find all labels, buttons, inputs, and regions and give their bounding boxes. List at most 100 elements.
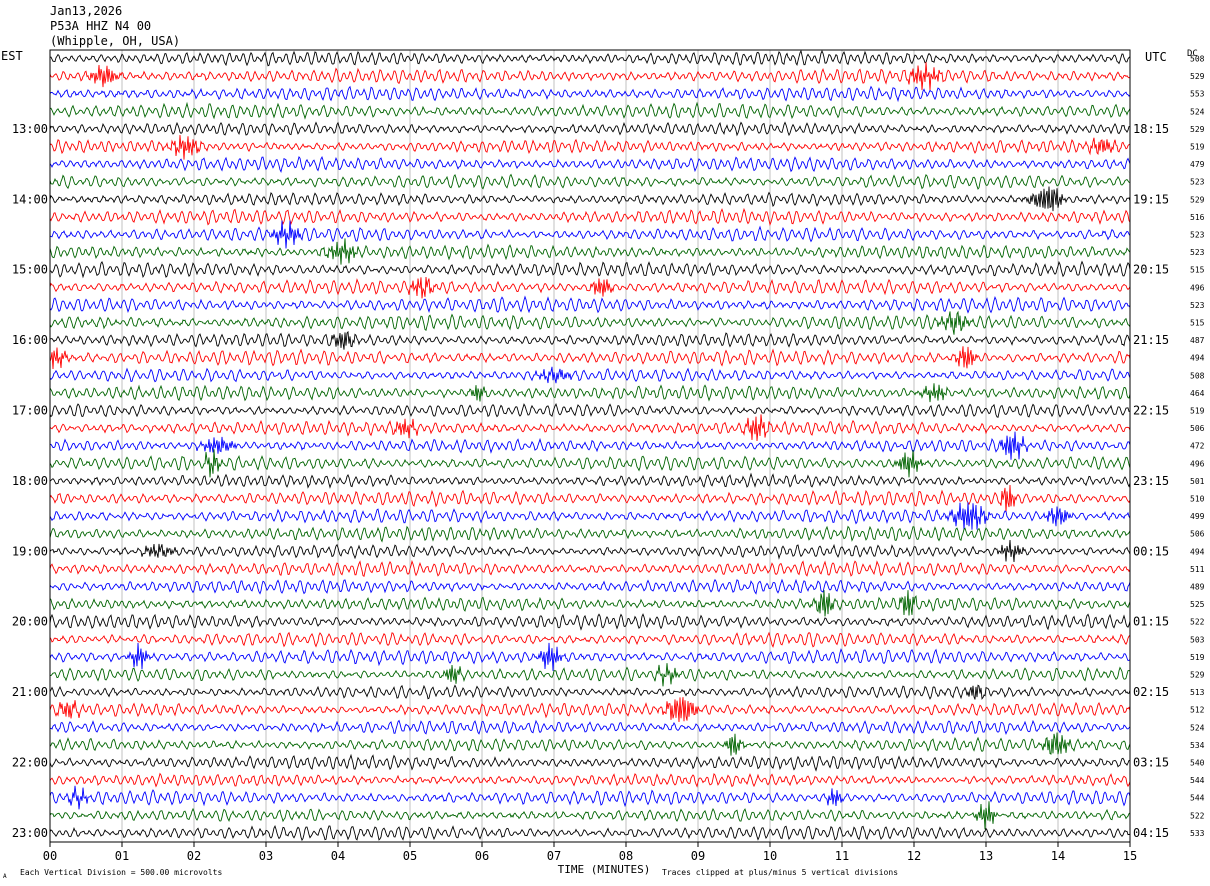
x-tick-label: 07 [547, 849, 561, 863]
trace-line-23 [49, 431, 1131, 460]
trace-line-3 [49, 85, 1131, 103]
left-hour-label: 17:00 [12, 404, 48, 418]
trace-line-36 [49, 663, 1131, 687]
trace-line-35 [49, 642, 1131, 671]
right-hour-labels: 18:15 19:15 20:15 21:15 22:15 23:15 00:15 01:15… [1133, 122, 1169, 840]
trace-line-21 [49, 402, 1131, 418]
clip-note: Traces clipped at plus/minus 5 vertical … [662, 868, 898, 877]
dc-offset-label: 522 [1190, 811, 1205, 820]
left-hour-label: 21:00 [12, 685, 48, 699]
dc-offset-label: 519 [1190, 653, 1205, 662]
trace-line-45 [49, 825, 1131, 842]
trace-line-5 [49, 121, 1131, 137]
trace-line-4 [49, 101, 1131, 120]
dc-offset-label: 534 [1190, 741, 1205, 750]
trace-line-42 [49, 772, 1131, 788]
x-tick-label: 08 [619, 849, 633, 863]
trace-line-13 [49, 260, 1131, 279]
dc-offset-label: 494 [1190, 354, 1205, 363]
x-tick-label: 04 [331, 849, 345, 863]
trace-line-8 [49, 173, 1131, 190]
x-tick-label: 15 [1123, 849, 1137, 863]
trace-line-32 [49, 590, 1131, 617]
x-axis-ticks: 00 01 02 03 04 05 06 07 08 09 10 11 12 13 14 15 [43, 842, 1137, 863]
corner-mark: A [3, 873, 7, 880]
dc-offset-label: 529 [1190, 72, 1205, 81]
dc-offset-label: 511 [1190, 565, 1205, 574]
trace-line-18 [49, 346, 1131, 369]
trace-line-24 [49, 449, 1131, 478]
trace-line-16 [49, 310, 1131, 335]
left-hour-label: 18:00 [12, 474, 48, 488]
dc-offset-label: 544 [1190, 794, 1205, 803]
right-hour-label: 18:15 [1133, 122, 1169, 136]
x-tick-label: 14 [1051, 849, 1065, 863]
trace-line-14 [49, 276, 1131, 299]
right-hour-label: 00:15 [1133, 544, 1169, 558]
trace-line-7 [49, 155, 1131, 174]
left-hour-labels: 13:00 14:00 15:00 16:00 17:00 18:00 19:00 20:00… [12, 122, 48, 840]
dc-offset-label: 519 [1190, 143, 1205, 152]
dc-offset-label: 494 [1190, 547, 1205, 556]
trace-line-31 [49, 578, 1131, 595]
dc-offset-label: 487 [1190, 336, 1205, 345]
dc-offset-label: 512 [1190, 706, 1205, 715]
dc-offset-label: 533 [1190, 829, 1205, 838]
trace-line-12 [49, 238, 1131, 265]
dc-offset-label: 540 [1190, 759, 1205, 768]
dc-offset-label: 479 [1190, 160, 1205, 169]
dc-offset-label: 553 [1190, 90, 1205, 99]
left-hour-label: 19:00 [12, 544, 48, 558]
trace-line-27 [49, 502, 1131, 531]
trace-group [49, 49, 1131, 842]
dc-offset-label: 519 [1190, 407, 1205, 416]
dc-offset-label: 464 [1190, 389, 1205, 398]
dc-offset-label: 501 [1190, 477, 1205, 486]
dc-offset-label: 510 [1190, 495, 1205, 504]
trace-line-38 [49, 697, 1131, 723]
trace-line-9 [49, 186, 1131, 212]
trace-line-6 [49, 134, 1131, 160]
x-tick-label: 11 [835, 849, 849, 863]
dc-offset-label: 516 [1190, 213, 1205, 222]
dc-offset-label: 523 [1190, 231, 1205, 240]
dc-offset-label: 472 [1190, 442, 1205, 451]
right-hour-label: 01:15 [1133, 615, 1169, 629]
trace-line-43 [49, 785, 1131, 810]
trace-line-1 [49, 49, 1131, 67]
dc-offset-label: 529 [1190, 125, 1205, 134]
x-tick-label: 05 [403, 849, 417, 863]
x-tick-label: 01 [115, 849, 129, 863]
trace-line-25 [49, 472, 1131, 489]
right-hour-label: 19:15 [1133, 192, 1169, 206]
dc-offset-label: 524 [1190, 723, 1205, 732]
trace-line-39 [49, 719, 1131, 735]
dc-offset-label: 515 [1190, 319, 1205, 328]
dc-offset-label: 523 [1190, 178, 1205, 187]
left-hour-label: 23:00 [12, 826, 48, 840]
x-tick-label: 13 [979, 849, 993, 863]
trace-line-15 [49, 295, 1131, 314]
right-hour-label: 21:15 [1133, 333, 1169, 347]
dc-offset-label: 503 [1190, 635, 1205, 644]
trace-line-44 [49, 801, 1131, 830]
trace-line-34 [49, 631, 1131, 648]
trace-line-11 [49, 220, 1131, 249]
dc-offset-label: 544 [1190, 776, 1205, 785]
trace-line-41 [49, 753, 1131, 772]
left-hour-label: 16:00 [12, 333, 48, 347]
dc-offset-label: 499 [1190, 512, 1205, 521]
dc-offset-label: 522 [1190, 618, 1205, 627]
x-axis-label: TIME (MINUTES) [558, 863, 651, 876]
x-tick-label: 02 [187, 849, 201, 863]
dc-offset-label: 523 [1190, 248, 1205, 257]
dc-offset-label: 515 [1190, 266, 1205, 275]
left-hour-label: 20:00 [12, 615, 48, 629]
dc-offset-label: 506 [1190, 530, 1205, 539]
right-hour-label: 03:15 [1133, 756, 1169, 770]
right-hour-label: 22:15 [1133, 404, 1169, 418]
trace-line-2 [49, 62, 1131, 91]
left-hour-label: 14:00 [12, 192, 48, 206]
dc-offset-labels: 508 529 553 524 529 519 479 523 529 516 523 523 515 4… [1190, 55, 1205, 838]
trace-line-29 [49, 539, 1131, 562]
